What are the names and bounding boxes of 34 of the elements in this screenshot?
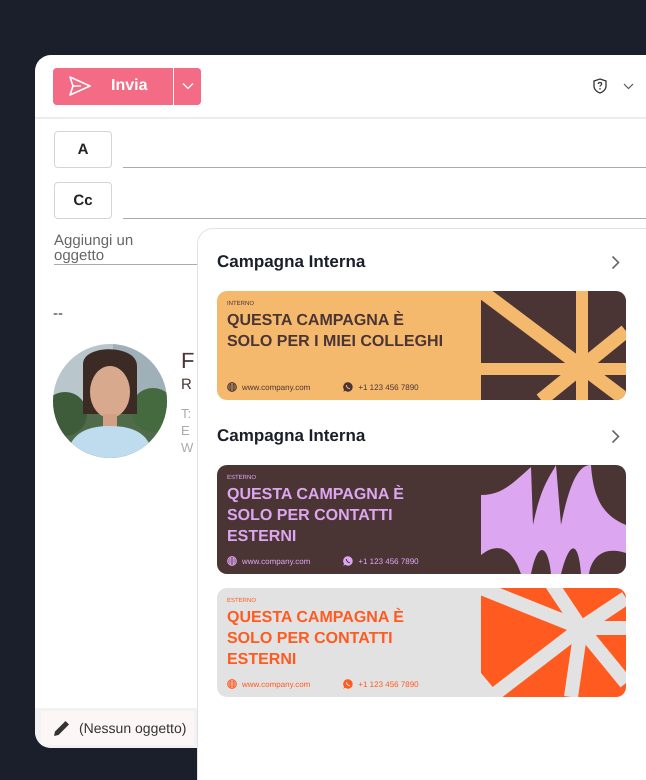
section-title: Campagna Interna — [217, 252, 366, 272]
chevron-right-icon[interactable] — [611, 428, 620, 444]
banner-website: www.company.com — [242, 382, 310, 392]
banner-website: www.company.com — [242, 556, 310, 566]
signature-name: F — [181, 347, 194, 375]
banner-phone: +1 123 456 7890 — [358, 680, 419, 688]
signature-line: E — [181, 422, 190, 439]
phone-chat-icon — [343, 679, 354, 689]
banner-website: www.company.com — [242, 680, 310, 688]
recipient-button[interactable]: Cc — [54, 182, 112, 219]
recipient-button[interactable]: A — [54, 131, 112, 168]
pencil-icon — [53, 719, 71, 737]
phone-chat-icon — [343, 382, 354, 392]
banner-headline: QUESTA CAMPAGNA È SOLO PER CONTATTI ESTERNI — [227, 484, 405, 547]
signature-role: R — [181, 376, 192, 393]
caret-icon — [182, 82, 194, 90]
phone-chat-icon — [343, 556, 354, 566]
banner-headline: QUESTA CAMPAGNA È SOLO PER I MIEI COLLEGHI — [227, 310, 444, 352]
banner-phone: +1 123 456 7890 — [358, 382, 419, 392]
signature-line: W — [181, 439, 194, 456]
shield-question-icon[interactable] — [593, 78, 607, 94]
globe-icon — [227, 679, 237, 689]
banner-headline: QUESTA CAMPAGNA È SOLO PER CONTATTI ESTERNI — [227, 607, 405, 670]
subject-field[interactable]: Aggiungi un oggetto — [54, 233, 197, 265]
section-title: Campagna Interna — [217, 426, 366, 446]
globe-icon — [227, 382, 237, 392]
signature-separator: -- — [53, 305, 63, 322]
send-icon — [69, 76, 91, 96]
banner-phone: +1 123 456 7890 — [358, 556, 419, 566]
chevron-right-icon[interactable] — [611, 254, 620, 270]
signature-line: T: — [181, 405, 192, 422]
chevron-down-icon[interactable] — [623, 82, 634, 90]
globe-icon — [227, 556, 237, 566]
draft-tab[interactable]: (Nessun oggetto) — [41, 711, 194, 745]
